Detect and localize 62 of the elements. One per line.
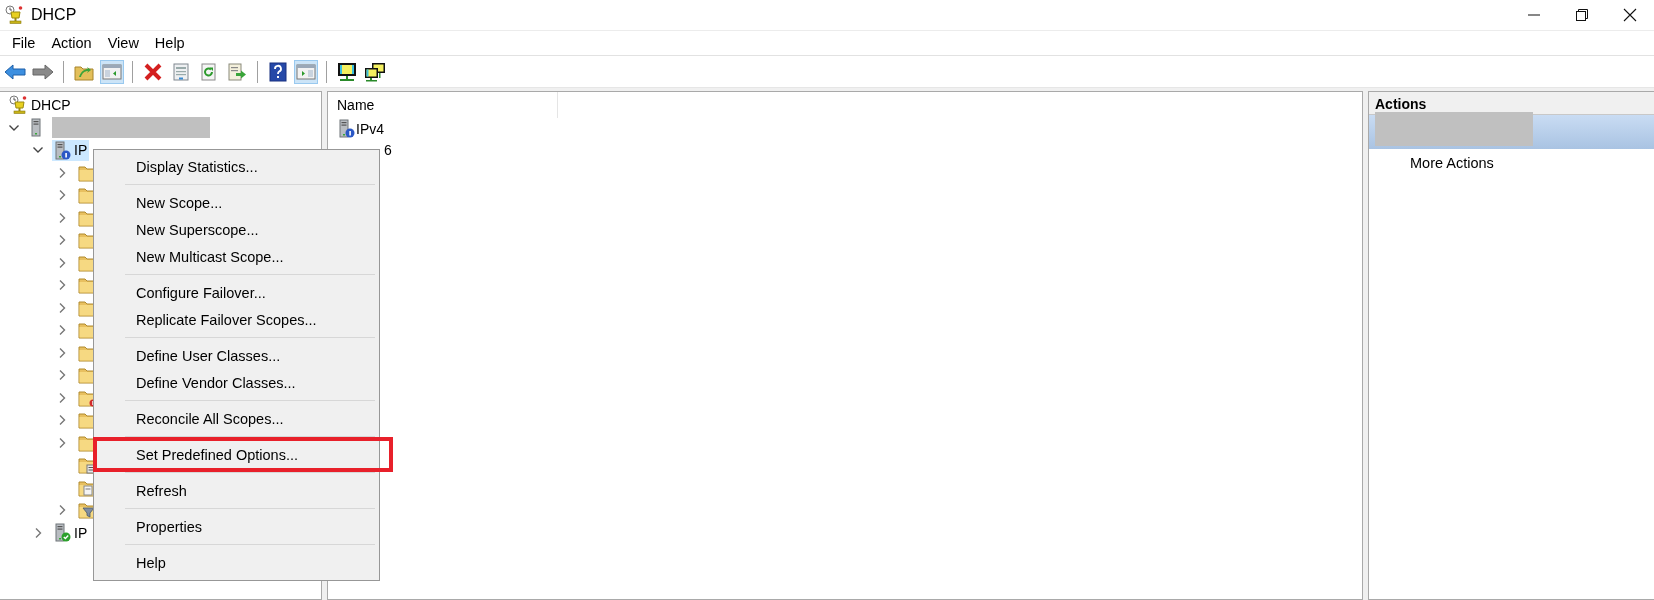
chevron-right-icon[interactable] xyxy=(57,391,67,404)
help-icon xyxy=(269,61,287,82)
server-icon xyxy=(54,140,71,160)
chevron-right-icon[interactable] xyxy=(57,324,67,337)
list-item[interactable]: 6 xyxy=(384,141,392,158)
chevron-right-icon[interactable] xyxy=(57,166,67,179)
arrow-left-icon xyxy=(4,62,26,81)
chevron-down-icon[interactable] xyxy=(8,122,20,133)
tree-item[interactable]: IP xyxy=(52,139,90,161)
menu-item[interactable]: Set Predefined Options... xyxy=(136,446,298,463)
arrow-right-icon xyxy=(32,62,54,81)
menu-item[interactable]: File xyxy=(4,33,44,53)
server-icon xyxy=(338,119,355,138)
delete-icon xyxy=(143,62,163,81)
monitor-icon xyxy=(336,61,358,82)
pane-title: Actions xyxy=(1369,92,1654,115)
menu-item[interactable]: New Multicast Scope... xyxy=(136,248,284,265)
chevron-right-icon[interactable] xyxy=(57,301,67,314)
action-link[interactable]: More Actions xyxy=(1410,155,1494,171)
chevron-right-icon[interactable] xyxy=(57,346,67,359)
menu-item[interactable]: New Superscope... xyxy=(136,221,259,238)
list-item[interactable]: IPv4 xyxy=(338,119,384,138)
menu-item[interactable]: Action xyxy=(43,33,100,53)
menu-item[interactable]: Reconcile All Scopes... xyxy=(136,410,284,427)
trophy-icon xyxy=(8,95,28,116)
panel-icon xyxy=(102,62,122,81)
chevron-right-icon[interactable] xyxy=(57,414,67,427)
chevron-right-icon[interactable] xyxy=(57,279,67,292)
menu-item[interactable]: Define Vendor Classes... xyxy=(136,374,296,391)
chevron-right-icon[interactable] xyxy=(57,256,67,269)
minimize-icon xyxy=(1527,14,1541,16)
menu-item[interactable]: Refresh xyxy=(136,482,187,499)
server-icon xyxy=(54,523,71,543)
menu-item[interactable]: Properties xyxy=(136,518,203,535)
menu-item[interactable]: Display Statistics... xyxy=(136,158,258,175)
tree-item[interactable]: IP xyxy=(52,522,90,544)
tree-item[interactable]: DHCP xyxy=(6,94,73,116)
menu-item[interactable]: New Scope... xyxy=(136,194,223,211)
chevron-right-icon[interactable] xyxy=(57,369,67,382)
chevron-right-icon[interactable] xyxy=(33,526,43,539)
window-title: DHCP xyxy=(31,6,77,24)
toolbar-button[interactable] xyxy=(266,59,290,84)
restore-icon xyxy=(1575,8,1589,22)
chevron-right-icon[interactable] xyxy=(57,234,67,247)
chevron-right-icon[interactable] xyxy=(57,436,67,449)
menu-item[interactable]: Define User Classes... xyxy=(136,347,281,364)
close-icon xyxy=(1623,8,1637,22)
document-icon xyxy=(171,62,191,81)
chevron-right-icon[interactable] xyxy=(57,504,67,517)
panel-icon xyxy=(296,62,316,81)
monitors-icon xyxy=(364,61,386,82)
menu-item[interactable]: Configure Failover... xyxy=(136,284,266,301)
menu-item[interactable]: Help xyxy=(136,554,166,571)
chevron-right-icon[interactable] xyxy=(57,189,67,202)
menu-item[interactable]: View xyxy=(99,33,147,53)
column-header[interactable]: Name xyxy=(328,92,558,118)
export-icon xyxy=(227,62,247,81)
refresh-icon xyxy=(199,62,219,81)
menu-item[interactable]: Help xyxy=(146,33,193,53)
chevron-right-icon[interactable] xyxy=(57,211,67,224)
trophy-icon xyxy=(4,5,24,25)
menu-item[interactable]: Replicate Failover Scopes... xyxy=(136,311,317,328)
